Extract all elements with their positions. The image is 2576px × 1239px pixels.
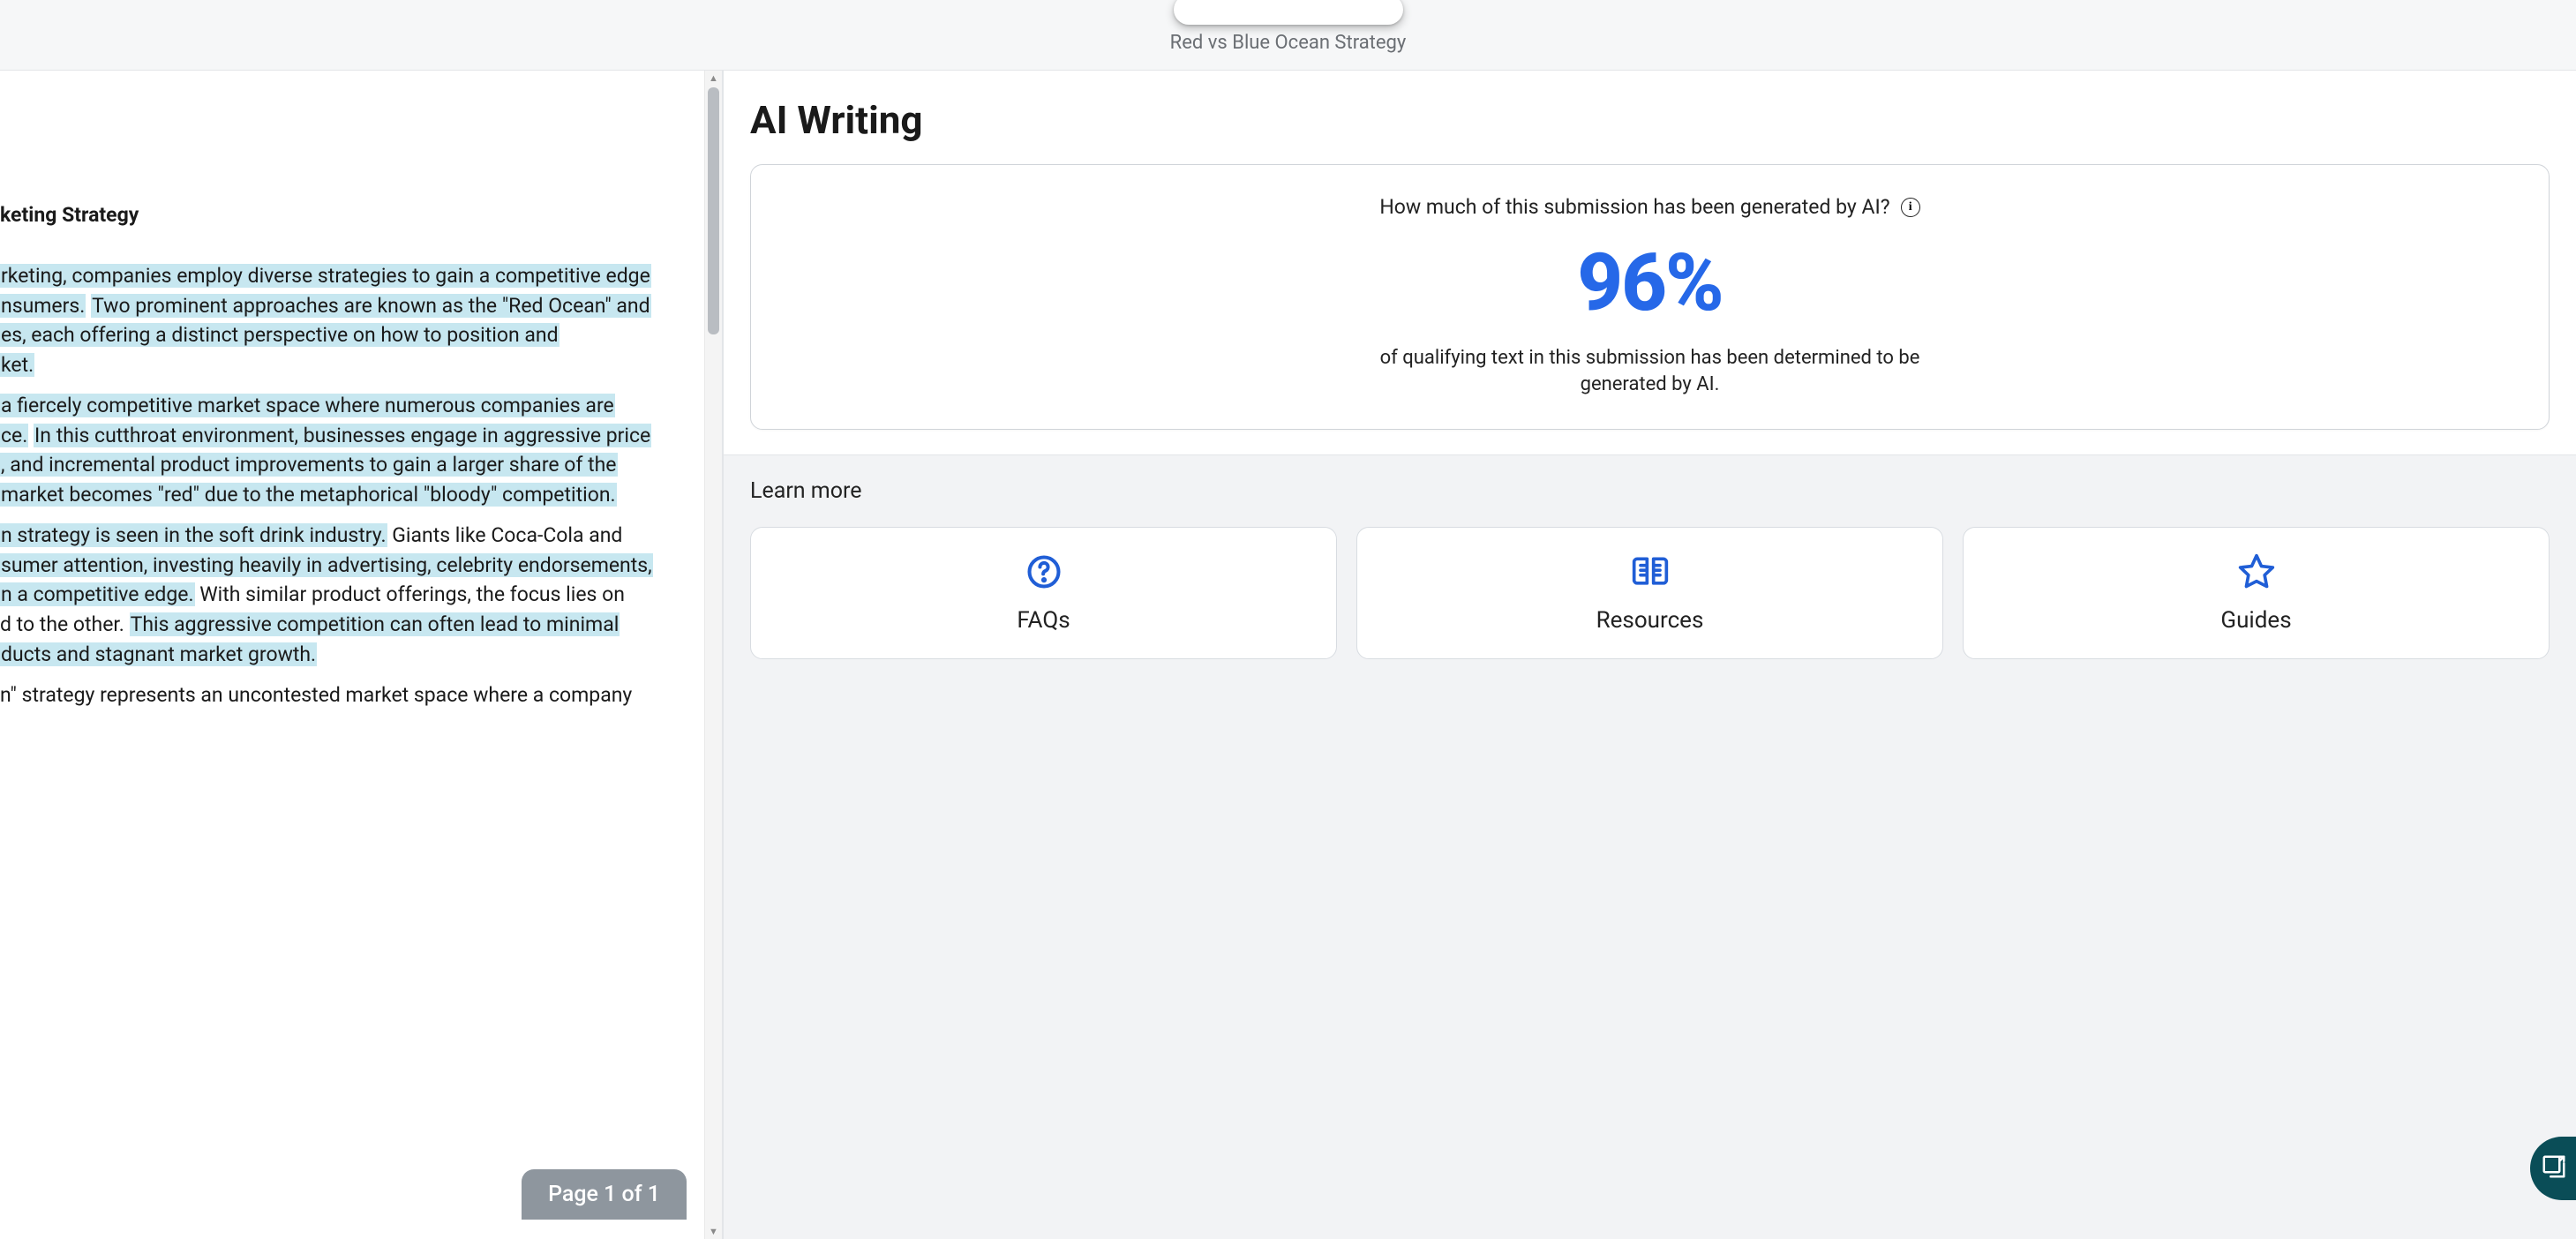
star-icon: [2237, 552, 2276, 591]
document-line: n strategy is seen in the soft drink ind…: [0, 522, 695, 550]
highlighted-text: rketing, companies employ diverse strate…: [0, 264, 651, 288]
resource-card-label: FAQs: [1017, 607, 1070, 634]
highlighted-text: This aggressive competition can often le…: [130, 612, 620, 636]
highlighted-text: Two prominent approaches are known as th…: [91, 294, 651, 318]
document-line: rketing, companies employ diverse strate…: [0, 262, 695, 290]
document-line: sumer attention, investing heavily in ad…: [0, 552, 695, 580]
resource-card-guides[interactable]: Guides: [1963, 527, 2550, 659]
scroll-track[interactable]: [705, 86, 722, 1224]
highlighted-text: ce.: [0, 424, 28, 447]
plain-text: Giants like Coca-Cola and: [387, 523, 623, 547]
main-layout: keting Strategy rketing, companies emplo…: [0, 71, 2576, 1239]
plain-text: n" strategy represents an uncontested ma…: [0, 683, 632, 707]
resource-card-resources[interactable]: Resources: [1356, 527, 1943, 659]
document-line: a fiercely competitive market space wher…: [0, 392, 695, 420]
highlighted-text: nsumers.: [0, 294, 86, 318]
ai-question-row: How much of this submission has been gen…: [777, 195, 2522, 219]
ai-percent-value: 96%: [777, 237, 2522, 329]
document-line: ce. In this cutthroat environment, busin…: [0, 422, 695, 450]
document-line: ket.: [0, 351, 695, 379]
ai-score-card: How much of this submission has been gen…: [750, 164, 2550, 430]
ai-question-text: How much of this submission has been gen…: [1379, 195, 1889, 219]
highlighted-text: n a competitive edge.: [0, 582, 195, 606]
document-line: ducts and stagnant market growth.: [0, 641, 695, 669]
document-pane: keting Strategy rketing, companies emplo…: [0, 71, 724, 1239]
plain-text: With similar product offerings, the focu…: [195, 582, 625, 606]
resource-card-label: Resources: [1596, 607, 1704, 634]
highlighted-text: In this cutthroat environment, businesse…: [34, 424, 651, 447]
resource-card-faqs[interactable]: FAQs: [750, 527, 1337, 659]
document-line: es, each offering a distinct perspective…: [0, 321, 695, 349]
scroll-thumb[interactable]: [708, 87, 719, 334]
document-line: d to the other. This aggressive competit…: [0, 611, 695, 639]
resource-card-label: Guides: [2220, 607, 2291, 634]
book-open-icon: [1631, 552, 1670, 591]
page-indicator: Page 1 of 1: [522, 1169, 687, 1220]
highlighted-text: sumer attention, investing heavily in ad…: [0, 553, 653, 577]
document-line: n a competitive edge. With similar produ…: [0, 581, 695, 609]
document-line: market becomes "red" due to the metaphor…: [0, 481, 695, 509]
highlighted-text: n strategy is seen in the soft drink ind…: [0, 523, 387, 547]
highlighted-text: ducts and stagnant market growth.: [0, 642, 317, 666]
highlighted-text: a fiercely competitive market space wher…: [0, 394, 615, 417]
document-body: rketing, companies employ diverse strate…: [0, 262, 695, 709]
highlighted-text: market becomes "red" due to the metaphor…: [0, 483, 617, 507]
highlighted-text: es, each offering a distinct perspective…: [0, 323, 560, 347]
popout-icon: [2541, 1153, 2567, 1183]
document-line: n" strategy represents an uncontested ma…: [0, 681, 695, 710]
info-icon[interactable]: i: [1901, 198, 1920, 217]
highlighted-text: ket.: [0, 353, 34, 377]
help-circle-icon: [1025, 552, 1063, 591]
doc-title-pill: [1174, 0, 1403, 25]
ai-percent-description: of qualifying text in this submission ha…: [1368, 345, 1933, 397]
scroll-down-arrow-icon[interactable]: ▼: [709, 1224, 718, 1239]
document-heading: keting Strategy: [0, 203, 695, 227]
plain-text: d to the other.: [0, 612, 130, 636]
document-line: , and incremental product improvements t…: [0, 451, 695, 479]
doc-title: Red vs Blue Ocean Strategy: [1170, 32, 1407, 54]
document-line: nsumers. Two prominent approaches are kn…: [0, 292, 695, 320]
resource-cards-row: FAQs Resources Guides: [750, 527, 2550, 659]
learn-more-section: Learn more FAQs Resources Guides: [724, 454, 2576, 1239]
scroll-up-arrow-icon[interactable]: ▲: [709, 71, 718, 86]
header-bar: Red vs Blue Ocean Strategy: [0, 0, 2576, 71]
learn-more-label: Learn more: [750, 478, 2550, 504]
document-scrollbar[interactable]: ▲ ▼: [704, 71, 722, 1239]
document-scroll-area[interactable]: keting Strategy rketing, companies emplo…: [0, 71, 722, 1239]
ai-writing-panel: AI Writing How much of this submission h…: [724, 71, 2576, 1239]
ai-panel-title: AI Writing: [750, 97, 2550, 143]
highlighted-text: , and incremental product improvements t…: [0, 453, 618, 477]
